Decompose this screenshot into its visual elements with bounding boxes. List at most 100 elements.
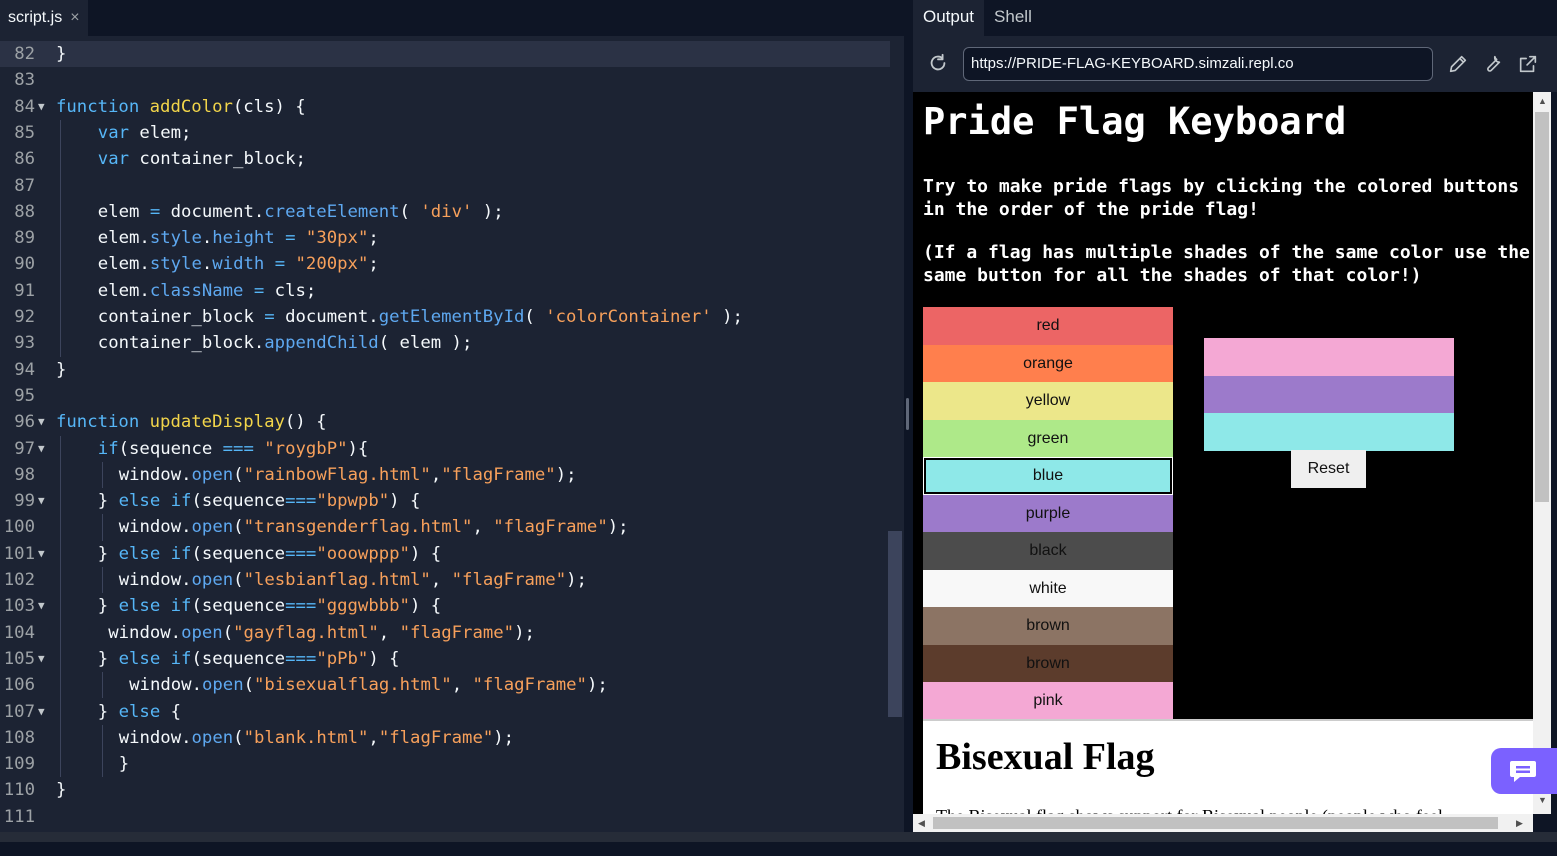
code-line[interactable]: 85 var elem;	[0, 120, 890, 146]
code-line[interactable]: 92 container_block = document.getElementB…	[0, 304, 890, 330]
code-line[interactable]: 88 elem = document.createElement( 'div' )…	[0, 199, 890, 225]
horizontal-scrollbar[interactable]: ◀ ▶	[913, 814, 1533, 832]
code-line[interactable]: 106 window.open("bisexualflag.html", "fla…	[0, 672, 890, 698]
code-token: ===	[285, 543, 317, 564]
code-text: }	[56, 777, 66, 803]
code-line[interactable]: 86 var container_block;	[0, 146, 890, 172]
color-button-orange[interactable]: orange	[923, 344, 1173, 382]
code-line[interactable]: 104 window.open("gayflag.html", "flagFram…	[0, 620, 890, 646]
scroll-right-icon[interactable]: ▶	[1516, 818, 1523, 829]
fold-arrow-icon[interactable]: ▼	[38, 488, 45, 514]
chat-button[interactable]	[1491, 748, 1557, 794]
reset-button[interactable]: Reset	[1291, 450, 1366, 488]
fold-arrow-icon[interactable]: ▼	[38, 646, 45, 672]
line-number: 100	[3, 517, 35, 538]
color-button-brown[interactable]: brown	[923, 644, 1173, 682]
code-token: width	[212, 254, 265, 275]
scroll-down-icon[interactable]: ▼	[1538, 795, 1547, 805]
code-line[interactable]: 93 container_block.appendChild( elem );	[0, 330, 890, 356]
color-button-brown[interactable]: brown	[923, 607, 1173, 645]
code-token: ,	[378, 622, 400, 643]
code-line[interactable]: 94}	[0, 357, 890, 383]
code-line[interactable]: 109}	[0, 751, 890, 777]
code-token: else	[118, 596, 161, 617]
vertical-scrollbar-thumb[interactable]	[1535, 112, 1549, 502]
close-tab-icon[interactable]: ×	[70, 9, 79, 27]
fold-arrow-icon[interactable]: ▼	[38, 436, 45, 462]
file-tab-script-js[interactable]: script.js ×	[0, 0, 88, 36]
page-title: Pride Flag Keyboard	[923, 100, 1347, 143]
pencil-icon[interactable]	[1447, 53, 1469, 75]
fold-arrow-icon[interactable]: ▼	[38, 699, 45, 725]
code-text: } else {	[98, 699, 181, 725]
code-token: );	[555, 464, 577, 485]
code-line[interactable]: 107 ▼ } else {	[0, 699, 890, 725]
code-line[interactable]: 87	[0, 173, 890, 199]
code-token: }	[97, 648, 119, 669]
tab-shell[interactable]: Shell	[984, 0, 1042, 36]
code-line[interactable]: 111	[0, 804, 890, 830]
code-line[interactable]: 90 elem.style.width = "200px";	[0, 251, 890, 277]
code-line[interactable]: 99 ▼} else if(sequence==="bpwpb") {	[0, 488, 890, 514]
url-input[interactable]: https://PRIDE-FLAG-KEYBOARD.simzali.repl…	[963, 47, 1433, 81]
code-token: ,	[451, 675, 473, 696]
code-token: height	[212, 228, 275, 249]
code-line[interactable]: 95	[0, 383, 890, 409]
code-line[interactable]: 98 window.open("rainbowFlag.html","flagFr…	[0, 462, 890, 488]
vertical-scrollbar[interactable]: ▲ ▼	[1533, 92, 1551, 814]
open-external-icon[interactable]	[1517, 53, 1539, 75]
editor-pane: script.js × 82} 83 84 ▼ function addColor(cl…	[0, 0, 904, 832]
fold-arrow-icon[interactable]: ▼	[38, 541, 45, 567]
color-button-red[interactable]: red	[923, 307, 1173, 345]
color-button-black[interactable]: black	[923, 532, 1173, 570]
color-button-white[interactable]: white	[923, 569, 1173, 607]
code-line[interactable]: 110}	[0, 777, 890, 803]
color-button-purple[interactable]: purple	[923, 494, 1173, 532]
color-button-green[interactable]: green	[923, 419, 1173, 457]
code-line[interactable]: 105 ▼} else if(sequence==="pPb") {	[0, 646, 890, 672]
color-button-yellow[interactable]: yellow	[923, 382, 1173, 420]
fold-arrow-icon[interactable]: ▼	[38, 409, 45, 435]
code-line[interactable]: 96 ▼ function updateDisplay() {	[0, 409, 890, 435]
code-token: "flagFrame"	[441, 464, 556, 485]
code-token: elem	[97, 201, 150, 222]
code-line[interactable]: 82}	[0, 41, 890, 68]
scroll-up-icon[interactable]: ▲	[1538, 96, 1547, 106]
code-token: createElement	[264, 201, 400, 222]
code-text: elem = document.createElement( 'div' );	[98, 199, 504, 225]
color-button-blue[interactable]: blue	[923, 457, 1173, 495]
code-line[interactable]: 103 ▼} else if(sequence==="gggwbbb") {	[0, 593, 890, 619]
reload-icon[interactable]	[927, 52, 949, 74]
code-token: );	[586, 675, 608, 696]
code-line[interactable]: 89 elem.style.height = "30px";	[0, 225, 890, 251]
code-line[interactable]: 101 ▼} else if(sequence==="ooowppp") {	[0, 541, 890, 567]
horizontal-scrollbar-thumb[interactable]	[933, 817, 1498, 829]
code-token: appendChild	[264, 333, 379, 354]
editor-scrollbar-thumb[interactable]	[888, 531, 902, 717]
code-token: elem;	[129, 122, 192, 143]
code-line[interactable]: 84 ▼ function addColor(cls) {	[0, 94, 890, 120]
scroll-left-icon[interactable]: ◀	[918, 818, 925, 829]
fold-arrow-icon[interactable]: ▼	[38, 593, 45, 619]
code-line[interactable]: 97 ▼ if(sequence === "roygbP"){	[0, 436, 890, 462]
code-line[interactable]: 83	[0, 67, 890, 93]
code-token: "flagFrame"	[378, 727, 494, 748]
wrench-icon[interactable]	[1482, 53, 1504, 75]
code-token: }	[97, 543, 119, 564]
tab-output[interactable]: Output	[913, 0, 985, 36]
code-editor[interactable]: 82} 83 84 ▼ function addColor(cls) {85 var el…	[0, 36, 904, 832]
code-token: ,	[472, 517, 494, 538]
code-line[interactable]: 102 window.open("lesbianflag.html", "flag…	[0, 567, 890, 593]
line-number: 107	[3, 701, 35, 722]
code-line[interactable]: 91 elem.className = cls;	[0, 278, 890, 304]
output-pane: Output Shell https://PRIDE-FLAG-KEYBOARD…	[913, 0, 1557, 832]
splitter-handle[interactable]	[906, 398, 909, 430]
code-token: "transgenderflag.html"	[243, 517, 473, 538]
code-line[interactable]: 100 window.open("transgenderflag.html", "…	[0, 514, 890, 540]
code-line[interactable]: 108 window.open("blank.html","flagFrame")…	[0, 725, 890, 751]
code-text: } else if(sequence==="ooowppp") {	[98, 541, 441, 567]
fold-arrow-icon[interactable]: ▼	[38, 94, 45, 120]
color-button-pink[interactable]: pink	[923, 682, 1173, 720]
